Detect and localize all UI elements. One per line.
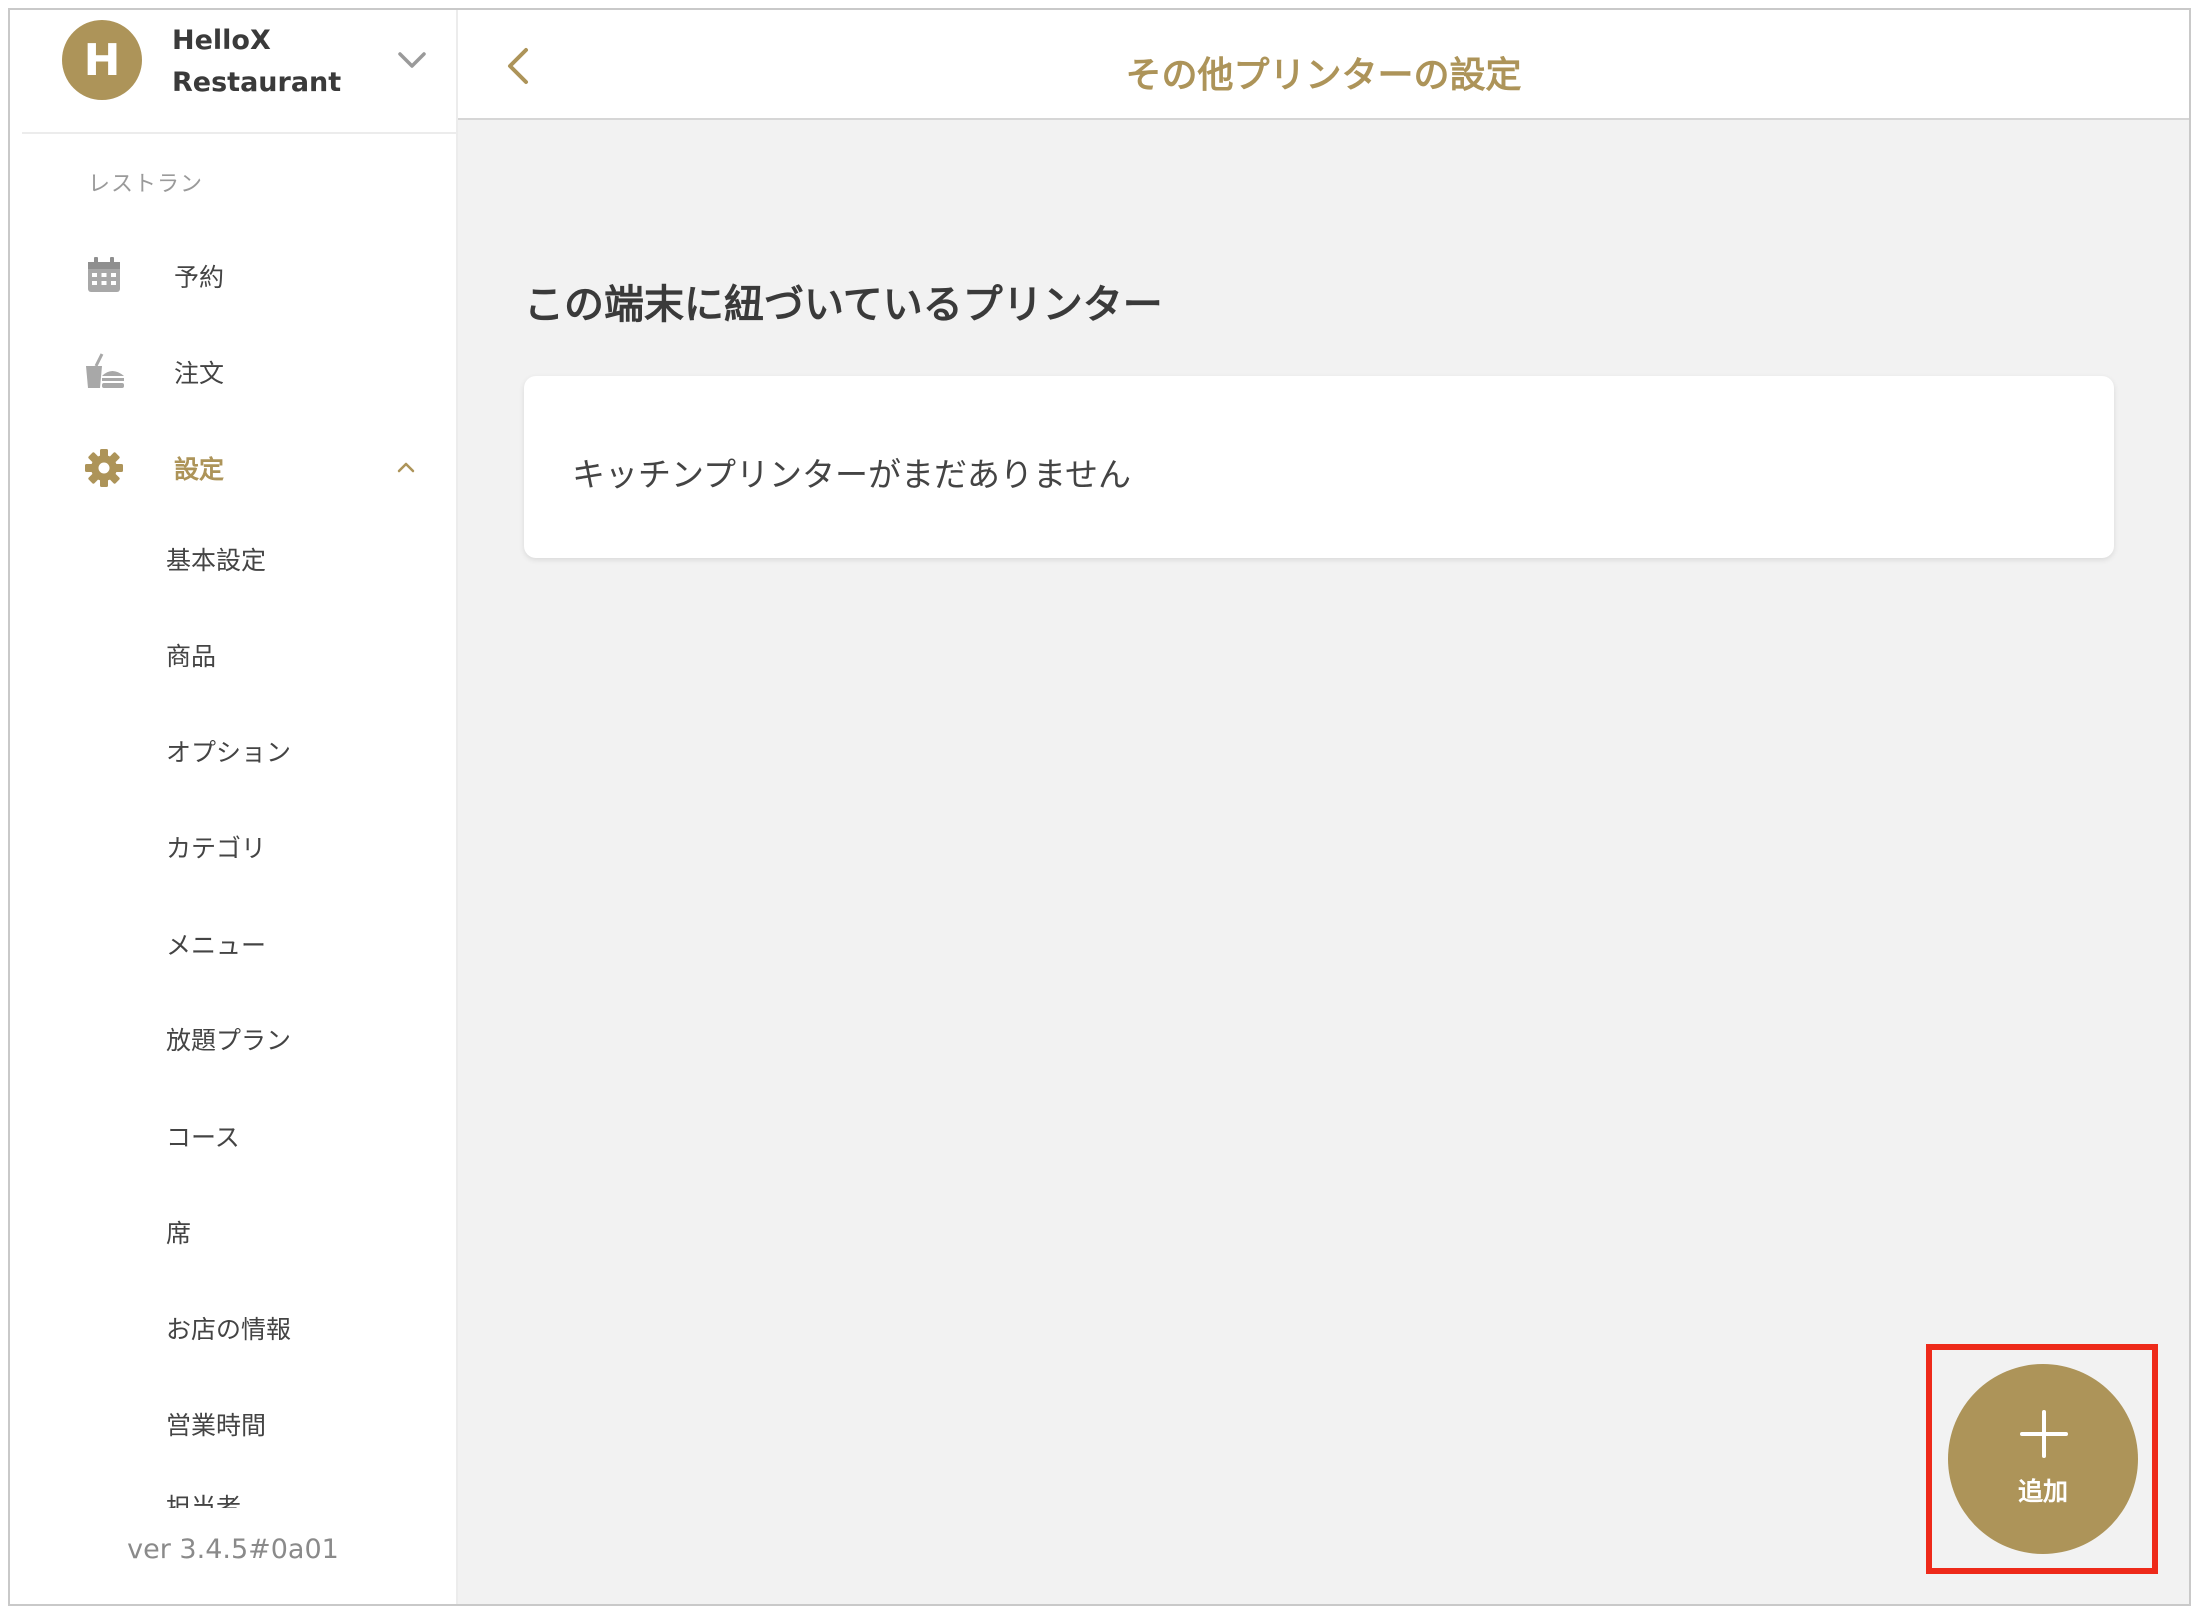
sidebar-item-orders[interactable]: 注文 [10, 336, 456, 408]
sidebar-subitem-store-info[interactable]: お店の情報 [166, 1310, 291, 1350]
sidebar-subitem-menu[interactable]: メニュー [166, 926, 266, 966]
section-label: レストラン [88, 172, 204, 197]
food-order-icon [86, 353, 124, 388]
main-content: その他プリンターの設定 この端末に紐づいているプリンター キッチンプリンターがま… [458, 10, 2189, 1604]
app-window: H HelloX Restaurant レストラン 予約 注文 設定 基本設定 … [8, 8, 2191, 1606]
sidebar-subitem-basic-settings[interactable]: 基本設定 [166, 541, 266, 581]
sidebar-subitem-seats[interactable]: 席 [166, 1214, 191, 1254]
restaurant-switcher[interactable]: H HelloX Restaurant [22, 10, 458, 134]
chevron-up-icon[interactable] [390, 452, 422, 484]
chevron-down-icon[interactable] [392, 40, 432, 80]
empty-state-message: キッチンプリンターがまだありません [572, 455, 1132, 494]
calendar-icon [88, 257, 120, 292]
printer-list-card: キッチンプリンターがまだありません [524, 376, 2114, 558]
sidebar-subitem-courses[interactable]: コース [166, 1118, 240, 1158]
sidebar-item-reservations[interactable]: 予約 [10, 240, 456, 312]
sidebar: H HelloX Restaurant レストラン 予約 注文 設定 基本設定 … [10, 10, 458, 1604]
sidebar-subitem-business-hours[interactable]: 営業時間 [166, 1406, 266, 1446]
sidebar-subitem-staff[interactable]: 担当者 [166, 1488, 241, 1508]
plus-icon [2020, 1410, 2068, 1458]
sidebar-subitem-all-you-can-plans[interactable]: 放題プラン [166, 1021, 291, 1061]
sidebar-item-settings[interactable]: 設定 [10, 432, 456, 504]
sidebar-subitem-options[interactable]: オプション [166, 733, 291, 773]
sidebar-item-label: 注文 [174, 359, 225, 388]
sidebar-item-label: 設定 [174, 455, 225, 484]
page-title: その他プリンターの設定 [1125, 55, 1522, 96]
add-printer-button[interactable]: 追加 [1948, 1364, 2138, 1554]
app-version: ver 3.4.5#0a01 [10, 1528, 456, 1604]
add-button-label: 追加 [2017, 1477, 2068, 1506]
restaurant-name: HelloX Restaurant [172, 25, 342, 98]
sidebar-item-label: 予約 [174, 263, 225, 292]
gear-icon [85, 449, 123, 487]
sidebar-subitem-categories[interactable]: カテゴリ [166, 829, 266, 869]
section-heading: この端末に紐づいているプリンター [524, 282, 1163, 328]
avatar: H [62, 20, 142, 100]
page-header: その他プリンターの設定 [458, 10, 2189, 120]
sidebar-subitem-products[interactable]: 商品 [166, 637, 216, 677]
